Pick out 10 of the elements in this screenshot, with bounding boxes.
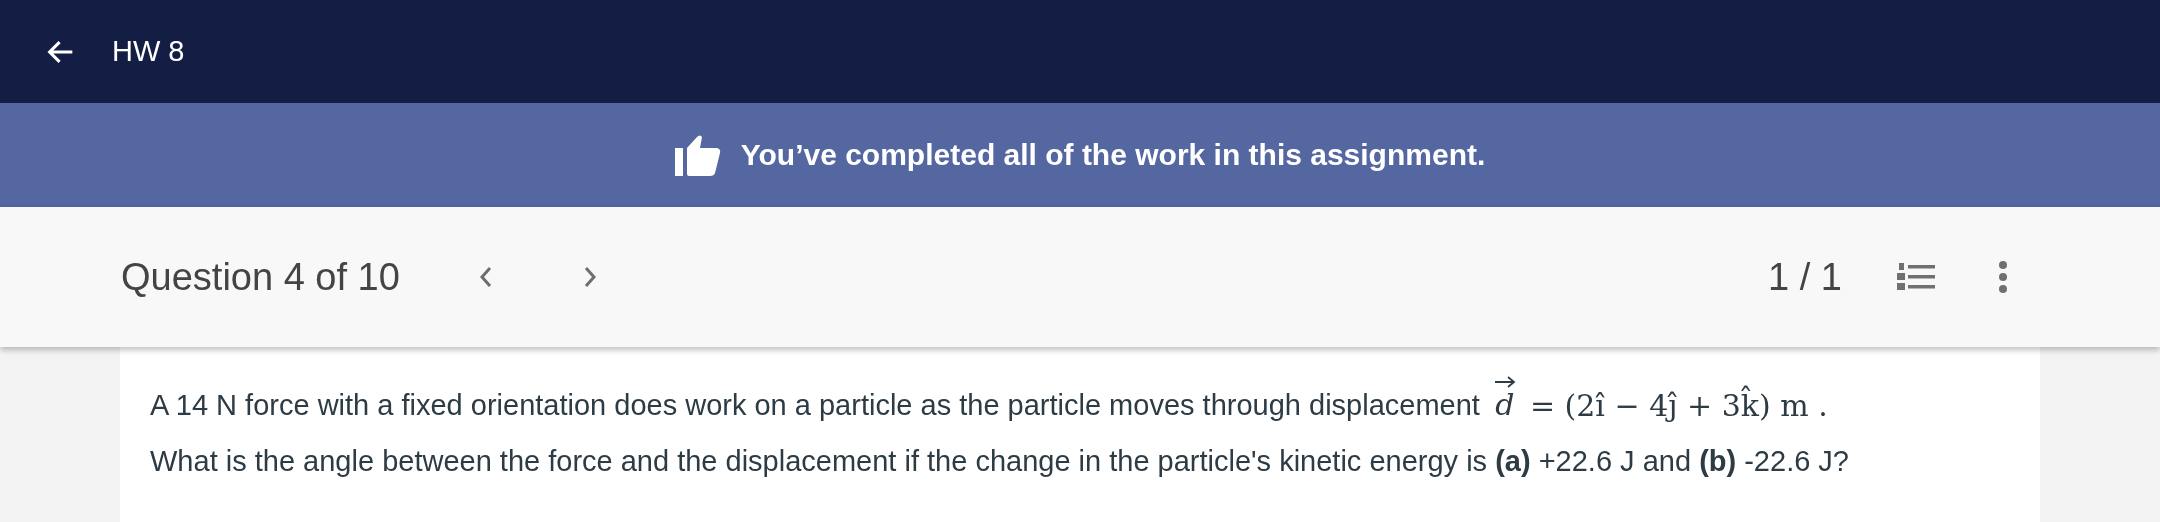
- vector-arrow-icon: [1493, 376, 1516, 388]
- completion-message: You’ve completed all of the work in this assignment.: [740, 138, 1486, 172]
- displacement-equation: = (2î − 4ĵ + 3k̂) m .: [1529, 387, 1828, 423]
- thumbs-up-icon: [674, 134, 721, 176]
- vector-variable: d: [1495, 390, 1515, 420]
- question-counter: Question 4 of 10: [121, 255, 400, 299]
- assignment-title: HW 8: [112, 35, 185, 68]
- attempt-counter: 1 / 1: [1768, 255, 1842, 299]
- question-text: A 14 N force with a fixed orientation does work on a particle as the particle moves through displacement: [150, 388, 1480, 422]
- question-prompt: What is the angle between the force and the displacement if the change in the particle's kinetic energy is (a) +22.6 J and (b) -22.6 J?: [150, 445, 1850, 478]
